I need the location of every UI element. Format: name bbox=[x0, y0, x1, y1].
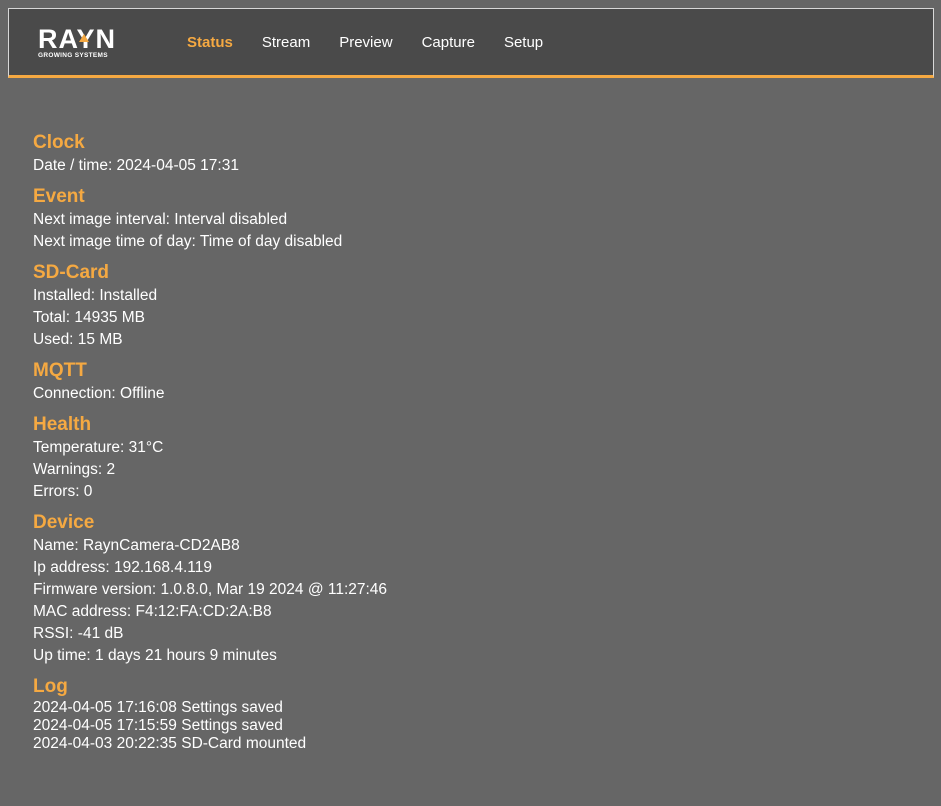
log-entry: 2024-04-03 20:22:35 SD-Card mounted bbox=[33, 735, 307, 752]
sdcard-installed: Installed: Installed bbox=[33, 287, 158, 304]
logo-accent-icon bbox=[79, 34, 89, 42]
device-name: Name: RaynCamera-CD2AB8 bbox=[33, 537, 240, 554]
sdcard-section: SD-Card Installed: Installed Total: 1493… bbox=[33, 261, 913, 351]
section-title-health: Health bbox=[33, 414, 92, 435]
log-entry: 2024-04-05 17:15:59 Settings saved bbox=[33, 717, 283, 734]
mqtt-section: MQTT Connection: Offline bbox=[33, 359, 913, 405]
clock-section: Clock Date / time: 2024-04-05 17:31 bbox=[33, 131, 913, 177]
device-mac-address: MAC address: F4:12:FA:CD:2A:B8 bbox=[33, 603, 272, 620]
device-firmware-version: Firmware version: 1.0.8.0, Mar 19 2024 @… bbox=[33, 581, 388, 598]
sdcard-used: Used: 15 MB bbox=[33, 331, 123, 348]
section-title-clock: Clock bbox=[33, 132, 85, 153]
device-ip-address: Ip address: 192.168.4.119 bbox=[33, 559, 212, 576]
device-rssi: RSSI: -41 dB bbox=[33, 625, 124, 642]
device-uptime: Up time: 1 days 21 hours 9 minutes bbox=[33, 647, 277, 664]
health-section: Health Temperature: 31°C Warnings: 2 Err… bbox=[33, 413, 913, 503]
section-title-sdcard: SD-Card bbox=[33, 262, 110, 283]
top-header: RAYN GROWING SYSTEMS Status Stream Previ… bbox=[8, 8, 934, 78]
log-entry: 2024-04-05 17:16:08 Settings saved bbox=[33, 699, 283, 716]
nav-item-status[interactable]: Status bbox=[174, 34, 246, 51]
log-section: Log 2024-04-05 17:16:08 Settings saved 2… bbox=[33, 675, 913, 753]
event-next-time-of-day: Next image time of day: Time of day disa… bbox=[33, 233, 343, 250]
sdcard-total: Total: 14935 MB bbox=[33, 309, 146, 326]
event-next-interval: Next image interval: Interval disabled bbox=[33, 211, 288, 228]
nav-item-capture[interactable]: Capture bbox=[409, 34, 488, 51]
section-title-log: Log bbox=[33, 676, 68, 697]
section-title-mqtt: MQTT bbox=[33, 360, 87, 381]
status-content: Clock Date / time: 2024-04-05 17:31 Even… bbox=[33, 131, 913, 761]
device-section: Device Name: RaynCamera-CD2AB8 Ip addres… bbox=[33, 511, 913, 667]
rayn-logo[interactable]: RAYN GROWING SYSTEMS bbox=[38, 26, 120, 60]
event-section: Event Next image interval: Interval disa… bbox=[33, 185, 913, 253]
section-title-device: Device bbox=[33, 512, 95, 533]
health-errors: Errors: 0 bbox=[33, 483, 93, 500]
clock-datetime: Date / time: 2024-04-05 17:31 bbox=[33, 157, 239, 174]
logo-tagline: GROWING SYSTEMS bbox=[38, 52, 108, 59]
section-title-event: Event bbox=[33, 186, 85, 207]
health-temperature: Temperature: 31°C bbox=[33, 439, 164, 456]
nav-item-preview[interactable]: Preview bbox=[326, 34, 405, 51]
nav-item-setup[interactable]: Setup bbox=[491, 34, 556, 51]
health-warnings: Warnings: 2 bbox=[33, 461, 116, 478]
mqtt-connection: Connection: Offline bbox=[33, 385, 165, 402]
main-nav: Status Stream Preview Capture Setup bbox=[174, 9, 559, 75]
nav-item-stream[interactable]: Stream bbox=[249, 34, 323, 51]
